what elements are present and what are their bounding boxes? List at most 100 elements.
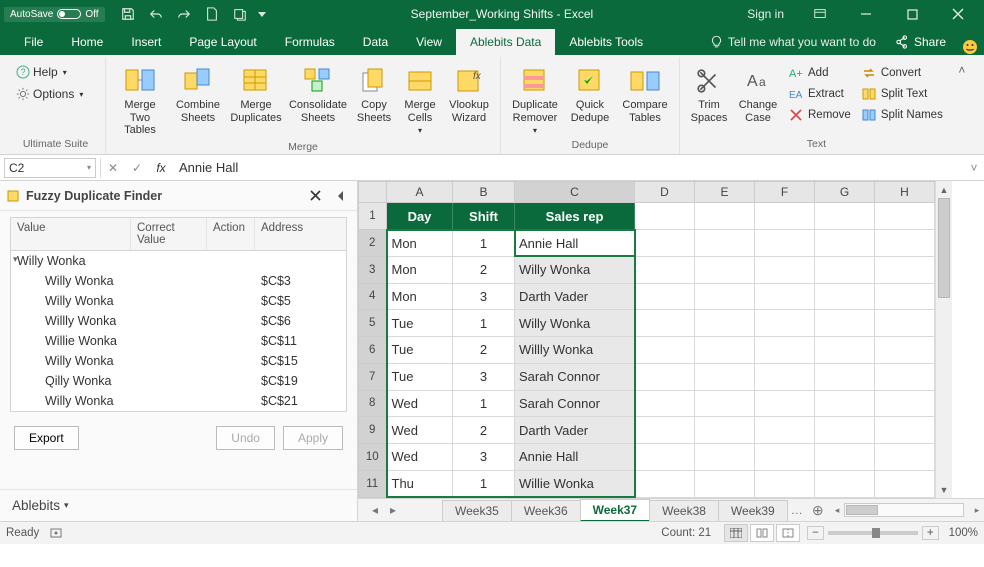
cell[interactable]	[815, 337, 875, 364]
remove-text-button[interactable]: Remove	[784, 105, 855, 125]
worksheet-grid[interactable]: A B C D E F G H 1 Day Shift Sales rep 2 …	[358, 181, 935, 498]
cell[interactable]: 2	[453, 417, 515, 444]
tab-file[interactable]: File	[10, 29, 57, 55]
cell[interactable]	[695, 470, 755, 497]
options-dropdown[interactable]: Options ▾	[12, 85, 87, 103]
row-header[interactable]: 1	[359, 203, 387, 230]
cell[interactable]	[815, 203, 875, 230]
cell[interactable]	[755, 203, 815, 230]
pane-collapse-icon[interactable]	[331, 186, 351, 206]
tab-page-layout[interactable]: Page Layout	[175, 29, 270, 55]
cell[interactable]	[815, 310, 875, 337]
cell[interactable]	[755, 310, 815, 337]
cell[interactable]	[815, 363, 875, 390]
cell[interactable]	[695, 390, 755, 417]
scroll-up-icon[interactable]: ▲	[936, 181, 952, 198]
row-header[interactable]: 9	[359, 417, 387, 444]
tree-child-row[interactable]: Willy Wonka$C$5	[11, 291, 346, 311]
cell[interactable]	[875, 337, 935, 364]
row-header[interactable]: 3	[359, 256, 387, 283]
cell[interactable]	[635, 256, 695, 283]
cell[interactable]	[695, 337, 755, 364]
tab-nav-next-icon[interactable]: ▸	[384, 503, 402, 517]
cell[interactable]	[875, 283, 935, 310]
sheet-tab[interactable]: Week36	[511, 500, 581, 521]
sheet-tab[interactable]: Week35	[442, 500, 512, 521]
close-icon[interactable]	[936, 0, 980, 28]
cell[interactable]: Day	[387, 203, 453, 230]
ribbon-options-icon[interactable]	[798, 0, 842, 28]
cell[interactable]: Annie Hall	[515, 230, 635, 257]
cell[interactable]	[815, 256, 875, 283]
trim-spaces-button[interactable]: Trim Spaces	[686, 63, 732, 126]
view-page-break-icon[interactable]	[776, 524, 800, 542]
tree-child-row[interactable]: Willie Wonka$C$11	[11, 331, 346, 351]
tree-child-row[interactable]: Willy Wonka$C$15	[11, 351, 346, 371]
sign-in-link[interactable]: Sign in	[735, 7, 796, 21]
cell[interactable]: Willie Wonka	[515, 470, 635, 497]
cell[interactable]: Annie Hall	[515, 444, 635, 471]
cell[interactable]: Darth Vader	[515, 283, 635, 310]
cell[interactable]	[875, 203, 935, 230]
scroll-thumb[interactable]	[938, 198, 950, 298]
zoom-level[interactable]: 100%	[949, 527, 978, 539]
row-header[interactable]: 4	[359, 283, 387, 310]
extract-text-button[interactable]: EAExtract	[784, 84, 855, 104]
cell[interactable]: 3	[453, 363, 515, 390]
cell[interactable]	[755, 363, 815, 390]
macro-record-icon[interactable]	[49, 526, 63, 540]
cell[interactable]	[635, 363, 695, 390]
cell[interactable]	[815, 283, 875, 310]
col-header[interactable]: G	[815, 182, 875, 203]
cell[interactable]	[755, 256, 815, 283]
cell[interactable]	[875, 390, 935, 417]
cell[interactable]: Sarah Connor	[515, 363, 635, 390]
select-all-corner[interactable]	[359, 182, 387, 203]
qat-dropdown-icon[interactable]	[255, 3, 269, 25]
cell[interactable]	[695, 283, 755, 310]
cell[interactable]: Shift	[453, 203, 515, 230]
cell[interactable]: 1	[453, 230, 515, 257]
scroll-thumb[interactable]	[846, 505, 878, 515]
tab-insert[interactable]: Insert	[117, 29, 175, 55]
cell[interactable]	[875, 230, 935, 257]
expand-formula-bar-icon[interactable]: ˅	[964, 161, 984, 175]
accept-formula-icon[interactable]: ✓	[125, 161, 149, 175]
export-button[interactable]: Export	[14, 426, 79, 450]
cell[interactable]	[695, 203, 755, 230]
row-header[interactable]: 2	[359, 230, 387, 257]
redo-icon[interactable]	[171, 3, 197, 25]
tab-formulas[interactable]: Formulas	[271, 29, 349, 55]
tab-ablebits-tools[interactable]: Ablebits Tools	[555, 29, 657, 55]
cell[interactable]	[695, 417, 755, 444]
cell[interactable]: 1	[453, 390, 515, 417]
name-box[interactable]: C2 ▾	[4, 158, 96, 178]
col-header[interactable]: F	[755, 182, 815, 203]
tab-ablebits-data[interactable]: Ablebits Data	[456, 29, 555, 55]
cell[interactable]	[875, 470, 935, 497]
merge-duplicates-button[interactable]: Merge Duplicates	[228, 63, 284, 126]
cell[interactable]	[695, 363, 755, 390]
split-names-button[interactable]: Split Names	[857, 105, 947, 125]
qat-overflow-icon[interactable]	[227, 3, 253, 25]
save-icon[interactable]	[115, 3, 141, 25]
change-case-button[interactable]: AaChange Case	[734, 63, 782, 126]
cell[interactable]: Willy Wonka	[515, 256, 635, 283]
cell[interactable]	[755, 417, 815, 444]
cancel-formula-icon[interactable]: ✕	[101, 161, 125, 175]
cell[interactable]: Tue	[387, 363, 453, 390]
autosave-toggle[interactable]: AutoSave Off	[4, 7, 105, 22]
tab-view[interactable]: View	[402, 29, 456, 55]
tree-child-row[interactable]: Qilly Wonka$C$19	[11, 371, 346, 391]
cell[interactable]: Willly Wonka	[515, 337, 635, 364]
collapse-ribbon-icon[interactable]: ˄	[953, 57, 971, 154]
hscroll-left-icon[interactable]: ◂	[830, 505, 844, 516]
row-header[interactable]: 8	[359, 390, 387, 417]
cell[interactable]	[875, 417, 935, 444]
tree-child-row[interactable]: Willy Wonka$C$21	[11, 391, 346, 411]
cell[interactable]	[755, 230, 815, 257]
cell[interactable]	[875, 444, 935, 471]
cell[interactable]	[755, 390, 815, 417]
zoom-slider[interactable]	[828, 531, 918, 535]
col-header[interactable]: H	[875, 182, 935, 203]
